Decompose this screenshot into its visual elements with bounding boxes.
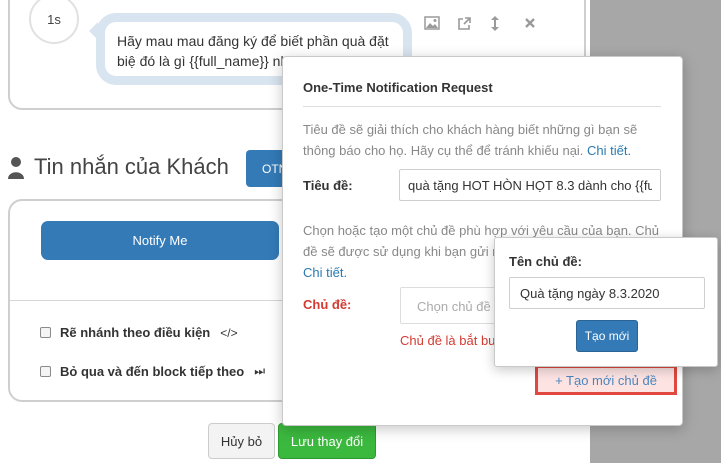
topic-error: Chủ đề là bắt buộc — [400, 333, 510, 348]
details-link[interactable]: Chi tiết. — [587, 143, 631, 158]
user-icon — [7, 156, 25, 180]
subject-input[interactable] — [399, 169, 661, 201]
branch-label: Rẽ nhánh theo điều kiện — [60, 325, 211, 340]
notify-me-button[interactable]: Notify Me — [41, 221, 279, 260]
add-topic-button[interactable]: + Tạo mới chủ đề — [535, 365, 677, 395]
topic-select[interactable]: Chọn chủ đề — [400, 287, 500, 324]
details-link[interactable]: Chi tiết. — [303, 265, 347, 280]
cancel-button[interactable]: Hủy bỏ — [208, 423, 275, 459]
subject-description: Tiêu đề sẽ giải thích cho khách hàng biế… — [303, 119, 665, 161]
branch-option[interactable]: Rẽ nhánh theo điều kiện </> — [40, 325, 238, 340]
new-topic-popover: Tên chủ đề: Tạo mới — [494, 237, 718, 367]
section-title: Tin nhắn của Khách — [34, 154, 229, 179]
popover-title: One-Time Notification Request — [303, 80, 493, 95]
move-vertical-icon[interactable] — [490, 15, 500, 34]
divider — [303, 106, 661, 107]
topic-name-input[interactable] — [509, 277, 705, 309]
step-forward-icon: ⏭ — [254, 364, 266, 378]
branch-checkbox[interactable] — [40, 327, 51, 338]
external-link-icon[interactable] — [457, 16, 472, 33]
subject-label: Tiêu đề: — [303, 178, 353, 193]
topic-name-label: Tên chủ đề: — [509, 254, 582, 269]
divider — [10, 300, 306, 301]
create-topic-button[interactable]: Tạo mới — [576, 320, 638, 352]
topic-label: Chủ đề: — [303, 297, 352, 312]
delay-indicator[interactable]: 1s — [29, 0, 79, 44]
save-button[interactable]: Lưu thay đổi — [278, 423, 376, 459]
skip-label: Bỏ qua và đến block tiếp theo — [60, 364, 245, 379]
image-icon[interactable] — [424, 16, 440, 32]
skip-option[interactable]: Bỏ qua và đến block tiếp theo ⏭ — [40, 364, 265, 379]
skip-checkbox[interactable] — [40, 366, 51, 377]
code-icon: </> — [220, 325, 238, 340]
customer-message-card: Notify Me Rẽ nhánh theo điều kiện </> Bỏ… — [8, 199, 308, 402]
close-icon[interactable] — [524, 17, 536, 31]
